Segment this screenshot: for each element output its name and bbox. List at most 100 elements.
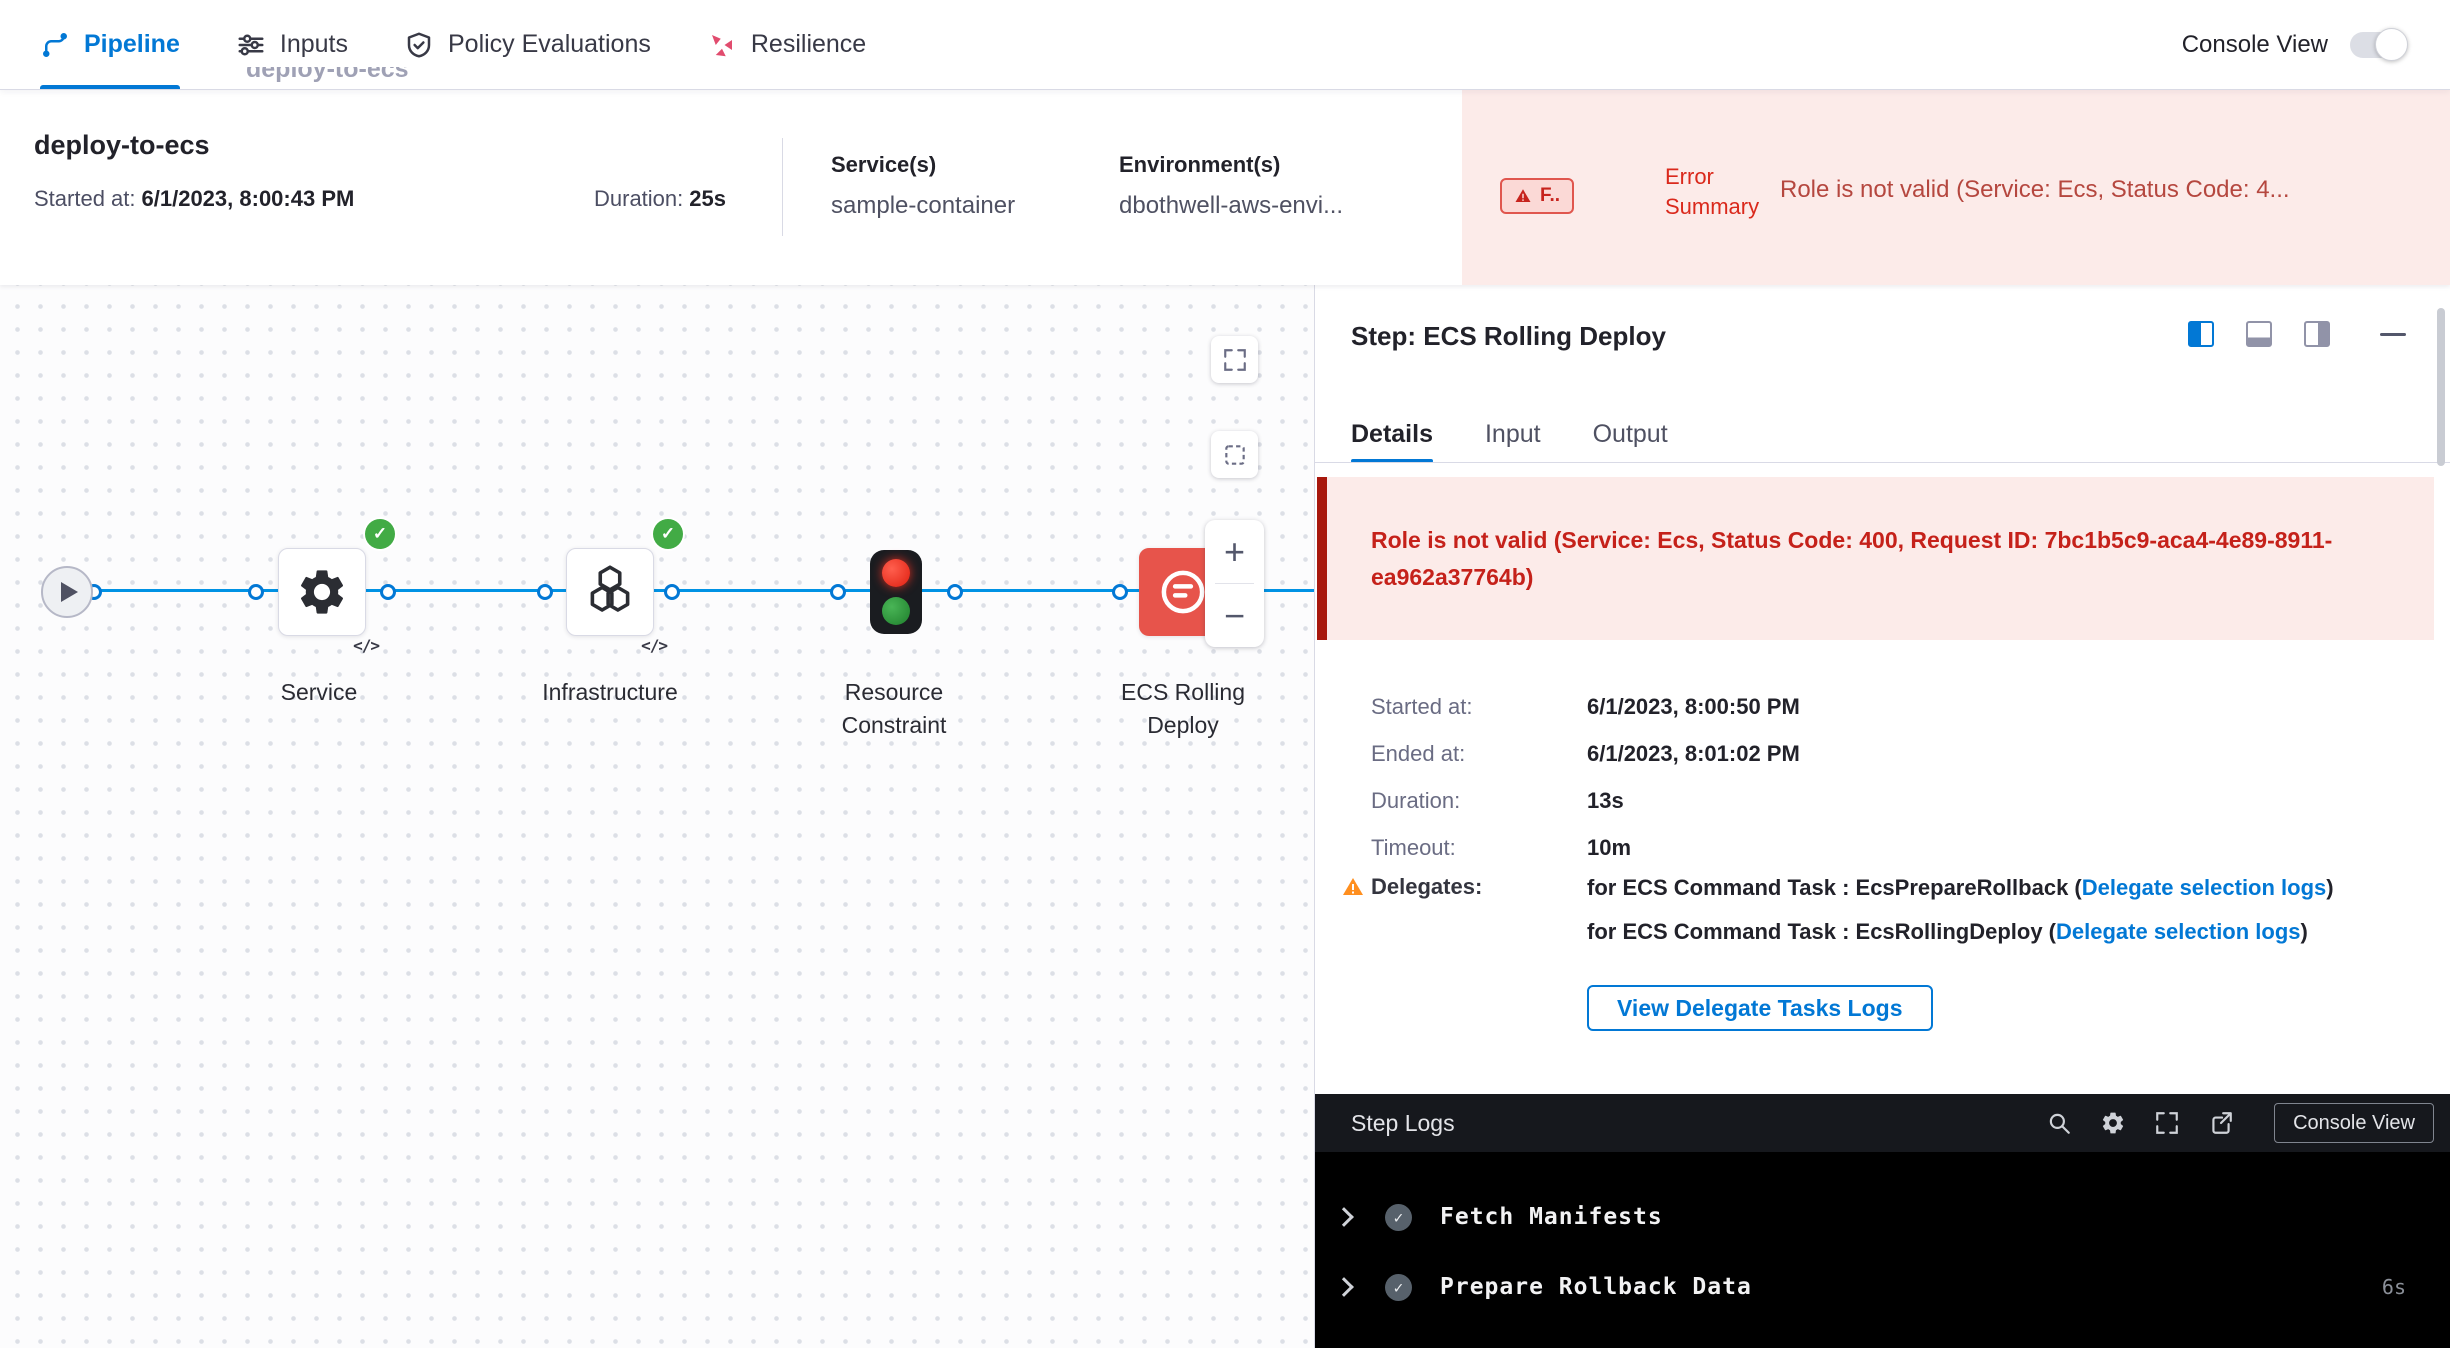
failed-status-badge: F..	[1500, 178, 1574, 214]
node-label-ecs-rolling-deploy[interactable]: ECS Rolling Deploy	[1083, 676, 1283, 742]
environments-value[interactable]: dbothwell-aws-envi...	[1119, 192, 1343, 220]
node-label-service[interactable]: Service	[234, 676, 404, 709]
marquee-select-icon	[1222, 442, 1248, 468]
detail-value: 6/1/2023, 8:00:50 PM	[1587, 694, 1800, 720]
panel-scrollbar[interactable]	[2437, 308, 2445, 466]
connector-port	[248, 584, 264, 600]
nav-tab-policy-evaluations[interactable]: Policy Evaluations	[404, 0, 651, 89]
duration: Duration:25s	[594, 186, 726, 212]
connector-port	[380, 584, 396, 600]
switch-knob	[2375, 28, 2408, 61]
step-logs-header: Step Logs Console View	[1315, 1094, 2450, 1152]
panel-tabs: Details Input Output	[1351, 405, 1668, 463]
step-title: Step: ECS Rolling Deploy	[1351, 321, 1666, 352]
services-label: Service(s)	[831, 152, 1015, 178]
traffic-light-red	[882, 559, 910, 587]
detail-label: Duration:	[1371, 788, 1587, 814]
nav-tab-label: Inputs	[280, 30, 348, 59]
gear-icon	[295, 565, 349, 619]
console-view-label: Console View	[2182, 31, 2328, 59]
warning-triangle-icon	[1341, 871, 1371, 959]
log-step-name[interactable]: Fetch Manifests	[1440, 1204, 1663, 1230]
failed-badge-text: F..	[1540, 185, 1560, 207]
tabs-divider	[1315, 462, 2450, 463]
step-details-list: Started at: 6/1/2023, 8:00:50 PM Ended a…	[1371, 683, 1800, 871]
node-label-infrastructure[interactable]: Infrastructure	[525, 676, 695, 709]
node-label-resource-constraint[interactable]: Resource Constraint	[794, 676, 994, 742]
nav-tabs: Pipeline Inputs Policy Evaluations	[40, 0, 866, 89]
detail-label: Timeout:	[1371, 835, 1587, 861]
nav-tab-label: Policy Evaluations	[448, 30, 651, 59]
pipeline-canvas[interactable]: ✓ </> Service ✓ </> Infrastructure Resou…	[0, 285, 1314, 1348]
canvas-select-button[interactable]	[1211, 431, 1258, 478]
delegate-task-text: for ECS Command Task : EcsRollingDeploy …	[1587, 919, 2056, 944]
log-step-name[interactable]: Prepare Rollback Data	[1440, 1274, 1752, 1300]
policy-shield-icon	[404, 30, 434, 60]
pipeline-icon	[40, 30, 70, 60]
detail-value: 6/1/2023, 8:01:02 PM	[1587, 741, 1800, 767]
layout-bottom-drawer-icon[interactable]	[2246, 321, 2272, 347]
chevron-right-icon[interactable]	[1334, 1207, 1354, 1227]
zoom-out-button[interactable]: −	[1205, 584, 1264, 647]
log-step-duration: 6s	[2382, 1275, 2406, 1299]
run-header: deploy-to-ecs Started at:6/1/2023, 8:00:…	[0, 90, 2450, 285]
console-view-toggle-group: Console View	[2182, 0, 2406, 89]
check-glyph: ✓	[1394, 1278, 1404, 1297]
error-summary-message[interactable]: Role is not valid (Service: Ecs, Status …	[1780, 176, 2420, 204]
services-value[interactable]: sample-container	[831, 192, 1015, 220]
run-summary: deploy-to-ecs Started at:6/1/2023, 8:00:…	[0, 90, 1462, 285]
tab-output[interactable]: Output	[1593, 405, 1668, 463]
pipeline-execution-page: deploy-to-ecs Pipeline Inputs	[0, 0, 2450, 1348]
nav-tab-label: Pipeline	[84, 30, 180, 59]
nav-tab-inputs[interactable]: Inputs	[236, 0, 348, 89]
console-view-button[interactable]: Console View	[2274, 1103, 2434, 1143]
delegate-selection-logs-link[interactable]: Delegate selection logs	[2082, 875, 2327, 900]
delegate-selection-logs-link[interactable]: Delegate selection logs	[2056, 919, 2301, 944]
gear-icon[interactable]	[2100, 1110, 2126, 1136]
log-row: ✓ Fetch Manifests	[1315, 1182, 2450, 1252]
node-resource-constraint[interactable]	[870, 550, 922, 634]
ecs-icon	[1156, 565, 1210, 619]
nav-tab-resilience[interactable]: Resilience	[707, 0, 866, 89]
minimize-icon[interactable]	[2380, 333, 2406, 336]
check-glyph: ✓	[373, 524, 387, 544]
layout-right-drawer-icon[interactable]	[2188, 321, 2214, 347]
zoom-controls: + −	[1205, 520, 1264, 647]
template-code-icon: </>	[641, 636, 667, 655]
view-delegate-tasks-logs-button[interactable]: View Delegate Tasks Logs	[1587, 985, 1933, 1031]
canvas-fullscreen-button[interactable]	[1211, 336, 1258, 383]
tab-details[interactable]: Details	[1351, 405, 1433, 463]
step-error-text: Role is not valid (Service: Ecs, Status …	[1371, 522, 2390, 596]
console-toolbar: Console View	[2046, 1103, 2434, 1143]
detail-label: Started at:	[1371, 694, 1587, 720]
panel-layout-controls	[2188, 321, 2406, 347]
start-node[interactable]	[41, 566, 93, 618]
duration-label: Duration:	[594, 186, 683, 211]
started-at: Started at:6/1/2023, 8:00:43 PM	[34, 186, 354, 212]
console-view-switch[interactable]	[2350, 32, 2406, 58]
zoom-in-button[interactable]: +	[1205, 520, 1264, 583]
delegate-task-text: for ECS Command Task : EcsPrepareRollbac…	[1587, 875, 2082, 900]
external-link-icon[interactable]	[2208, 1110, 2234, 1136]
connector-port	[947, 584, 963, 600]
log-success-check-icon: ✓	[1385, 1274, 1412, 1301]
nav-tab-pipeline[interactable]: Pipeline	[40, 0, 180, 89]
tab-input[interactable]: Input	[1485, 405, 1541, 463]
top-nav-bar: deploy-to-ecs Pipeline Inputs	[0, 0, 2450, 90]
connector-port	[830, 584, 846, 600]
node-service[interactable]: ✓ </>	[278, 548, 366, 636]
duration-value: 25s	[689, 186, 726, 211]
step-logs-body[interactable]: ✓ Fetch Manifests ✓ Prepare Rollback Dat…	[1315, 1152, 2450, 1348]
search-icon[interactable]	[2046, 1110, 2072, 1136]
resilience-chaos-icon	[707, 30, 737, 60]
chevron-right-icon[interactable]	[1334, 1277, 1354, 1297]
connector-port	[664, 584, 680, 600]
connector-port	[1112, 584, 1128, 600]
expand-icon[interactable]	[2154, 1110, 2180, 1136]
success-check-icon: ✓	[365, 519, 395, 549]
play-icon	[61, 582, 78, 602]
layout-full-drawer-icon[interactable]	[2304, 321, 2330, 347]
node-infrastructure[interactable]: ✓ </>	[566, 548, 654, 636]
nav-tab-label: Resilience	[751, 30, 866, 59]
delegate-task-line: for ECS Command Task : EcsPrepareRollbac…	[1587, 871, 2410, 905]
